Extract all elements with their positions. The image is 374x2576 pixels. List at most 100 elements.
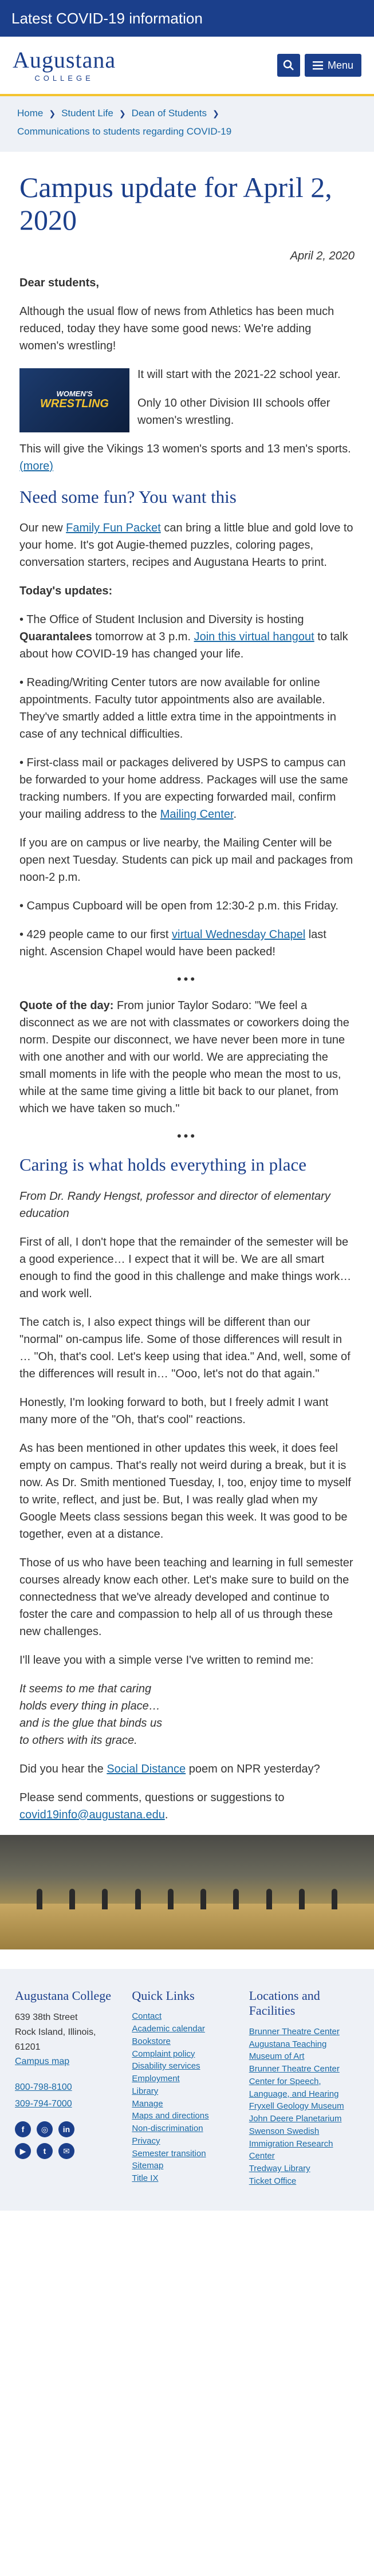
quick-link-item: Maps and directions [132, 2110, 242, 2122]
quick-link-link[interactable]: Complaint policy [132, 2049, 195, 2059]
covid-alert-bar[interactable]: Latest COVID-19 information [0, 0, 374, 37]
location-link[interactable]: Brunner Theatre Center [249, 2027, 340, 2037]
quick-link-link[interactable]: Academic calendar [132, 2024, 205, 2034]
covid-email-link[interactable]: covid19info@augustana.edu [19, 1809, 165, 1821]
location-link[interactable]: Center for Speech, Language, and Hearing [249, 2077, 339, 2099]
location-link[interactable]: Ticket Office [249, 2176, 297, 2186]
quick-link-link[interactable]: Non-discrimination [132, 2124, 203, 2133]
quick-link-item: Disability services [132, 2060, 242, 2073]
update-reading-writing: • Reading/Writing Center tutors are now … [19, 676, 336, 741]
location-link[interactable]: Tredway Library [249, 2164, 310, 2173]
email-icon[interactable]: ✉ [58, 2143, 74, 2160]
quick-link-link[interactable]: Employment [132, 2074, 179, 2083]
quick-link-link[interactable]: Sitemap [132, 2161, 163, 2171]
greeting: Dear students, [19, 276, 99, 289]
header-buttons: Menu [277, 54, 361, 77]
location-link[interactable]: Swenson Swedish Immigration Research Cen… [249, 2126, 333, 2161]
quick-link-link[interactable]: Library [132, 2086, 158, 2096]
wrestling-image-line-2: WRESTLING [40, 397, 109, 410]
section-divider: ••• [176, 972, 198, 987]
location-item: Swenson Swedish Immigration Research Cen… [249, 2125, 359, 2163]
menu-button[interactable]: Menu [304, 54, 361, 77]
quick-link-link[interactable]: Maps and directions [132, 2111, 208, 2121]
footer-locations-column: Locations and Facilities Brunner Theatre… [249, 1988, 359, 2188]
more-link[interactable]: (more) [19, 460, 53, 472]
address-street: 639 38th Street [15, 2012, 78, 2023]
chevron-right-icon: ❯ [119, 109, 126, 118]
search-icon [283, 60, 294, 70]
caring-paragraph-5: Those of us who have been teaching and l… [19, 1557, 353, 1638]
phone-link-2[interactable]: 309-794-7000 [15, 2099, 72, 2109]
quick-link-link[interactable]: Manage [132, 2099, 163, 2109]
search-button[interactable] [277, 54, 300, 77]
facebook-icon[interactable]: f [15, 2121, 31, 2138]
augustana-logo[interactable]: Augustana COLLEGE [13, 48, 116, 82]
quick-links-heading: Quick Links [132, 1988, 195, 2003]
breadcrumb-student-life[interactable]: Student Life [61, 108, 113, 119]
quick-link-item: Non-discrimination [132, 2122, 242, 2135]
update-1-pre: • The Office of Student Inclusion and Di… [19, 613, 304, 627]
chevron-right-icon: ❯ [212, 109, 219, 118]
family-fun-packet-link[interactable]: Family Fun Packet [66, 522, 161, 534]
breadcrumb-covid-communications[interactable]: Communications to students regarding COV… [17, 126, 231, 137]
updates-label: Today's updates: [19, 585, 113, 598]
location-link[interactable]: Fryxell Geology Museum [249, 2101, 344, 2111]
npr-pre: Did you hear the [19, 1763, 107, 1776]
npr-post: poem on NPR yesterday? [186, 1763, 320, 1776]
update-mailing-center-hours: If you are on campus or live nearby, the… [19, 837, 353, 884]
fun-text-pre: Our new [19, 522, 66, 535]
location-link[interactable]: Brunner Theatre Center [249, 2064, 340, 2074]
wrestling-sports-count: This will give the Vikings 13 women's sp… [19, 442, 351, 455]
location-item: John Deere Planetarium [249, 2113, 359, 2125]
footer-quick-links-column: Quick Links Contact Academic calendar Book… [132, 1988, 242, 2188]
fun-heading: Need some fun? You want this [19, 486, 237, 507]
location-item: Ticket Office [249, 2175, 359, 2188]
location-link[interactable]: John Deere Planetarium [249, 2114, 342, 2124]
location-item: Brunner Theatre Center [249, 2063, 359, 2075]
logo-subtext: COLLEGE [34, 73, 94, 82]
quick-links-list: Contact Academic calendar Bookstore Complai… [132, 2010, 242, 2185]
update-6-pre: • 429 people came to our first [19, 928, 172, 942]
quick-link-link[interactable]: Bookstore [132, 2037, 171, 2046]
location-item: Augustana Teaching Museum of Art [249, 2038, 359, 2063]
quick-link-link[interactable]: Privacy [132, 2136, 160, 2146]
breadcrumb-home[interactable]: Home [17, 108, 43, 119]
linkedin-icon[interactable]: in [58, 2121, 74, 2138]
locations-list: Brunner Theatre Center Augustana Teaching… [249, 2026, 359, 2188]
quick-link-item: Contact [132, 2010, 242, 2023]
location-link[interactable]: Augustana Teaching Museum of Art [249, 2039, 327, 2062]
virtual-chapel-link[interactable]: virtual Wednesday Chapel [172, 928, 305, 941]
quick-link-link[interactable]: Semester transition [132, 2149, 206, 2159]
location-item: Center for Speech, Language, and Hearing [249, 2075, 359, 2101]
quick-link-item: Complaint policy [132, 2048, 242, 2061]
menu-label: Menu [327, 59, 353, 71]
post-date: April 2, 2020 [290, 249, 355, 262]
locations-heading: Locations and Facilities [249, 1988, 320, 2018]
twitter-icon[interactable]: t [37, 2143, 53, 2160]
mailing-center-link[interactable]: Mailing Center [160, 808, 234, 821]
caring-paragraph-6: I'll leave you with a simple verse I've … [19, 1654, 314, 1667]
update-chapel: • 429 people came to our first virtual W… [19, 926, 355, 960]
quick-link-item: Academic calendar [132, 2023, 242, 2035]
footer-address: 639 38th Street Rock Island, Illinois, 6… [15, 2010, 125, 2069]
youtube-icon[interactable]: ▶ [15, 2143, 31, 2160]
quick-link-item: Sitemap [132, 2160, 242, 2172]
breadcrumb-dean-of-students[interactable]: Dean of Students [132, 108, 207, 119]
virtual-hangout-link[interactable]: Join this virtual hangout [194, 631, 314, 643]
verse-line-4: to others with its grace. [19, 1734, 137, 1747]
address-city: Rock Island, Illinois, [15, 2027, 96, 2038]
verse-line-3: and is the glue that binds us [19, 1717, 163, 1730]
quick-link-link[interactable]: Disability services [132, 2061, 200, 2071]
quick-link-link[interactable]: Title IX [132, 2173, 158, 2183]
instagram-icon[interactable]: ◎ [37, 2121, 53, 2138]
contact-paragraph: Please send comments, questions or sugge… [19, 1789, 355, 1823]
wrestling-image-line-1: WOMEN'S [56, 389, 93, 399]
covid-alert-link[interactable]: Latest COVID-19 information [11, 10, 203, 27]
quick-link-item: Employment [132, 2073, 242, 2085]
campus-map-link[interactable]: Campus map [15, 2054, 125, 2069]
phone-link-1[interactable]: 800-798-8100 [15, 2082, 72, 2092]
caring-byline: From Dr. Randy Hengst, professor and dir… [19, 1190, 330, 1220]
location-item: Brunner Theatre Center [249, 2026, 359, 2038]
quick-link-link[interactable]: Contact [132, 2011, 162, 2021]
social-distance-poem-link[interactable]: Social Distance [107, 1763, 186, 1775]
